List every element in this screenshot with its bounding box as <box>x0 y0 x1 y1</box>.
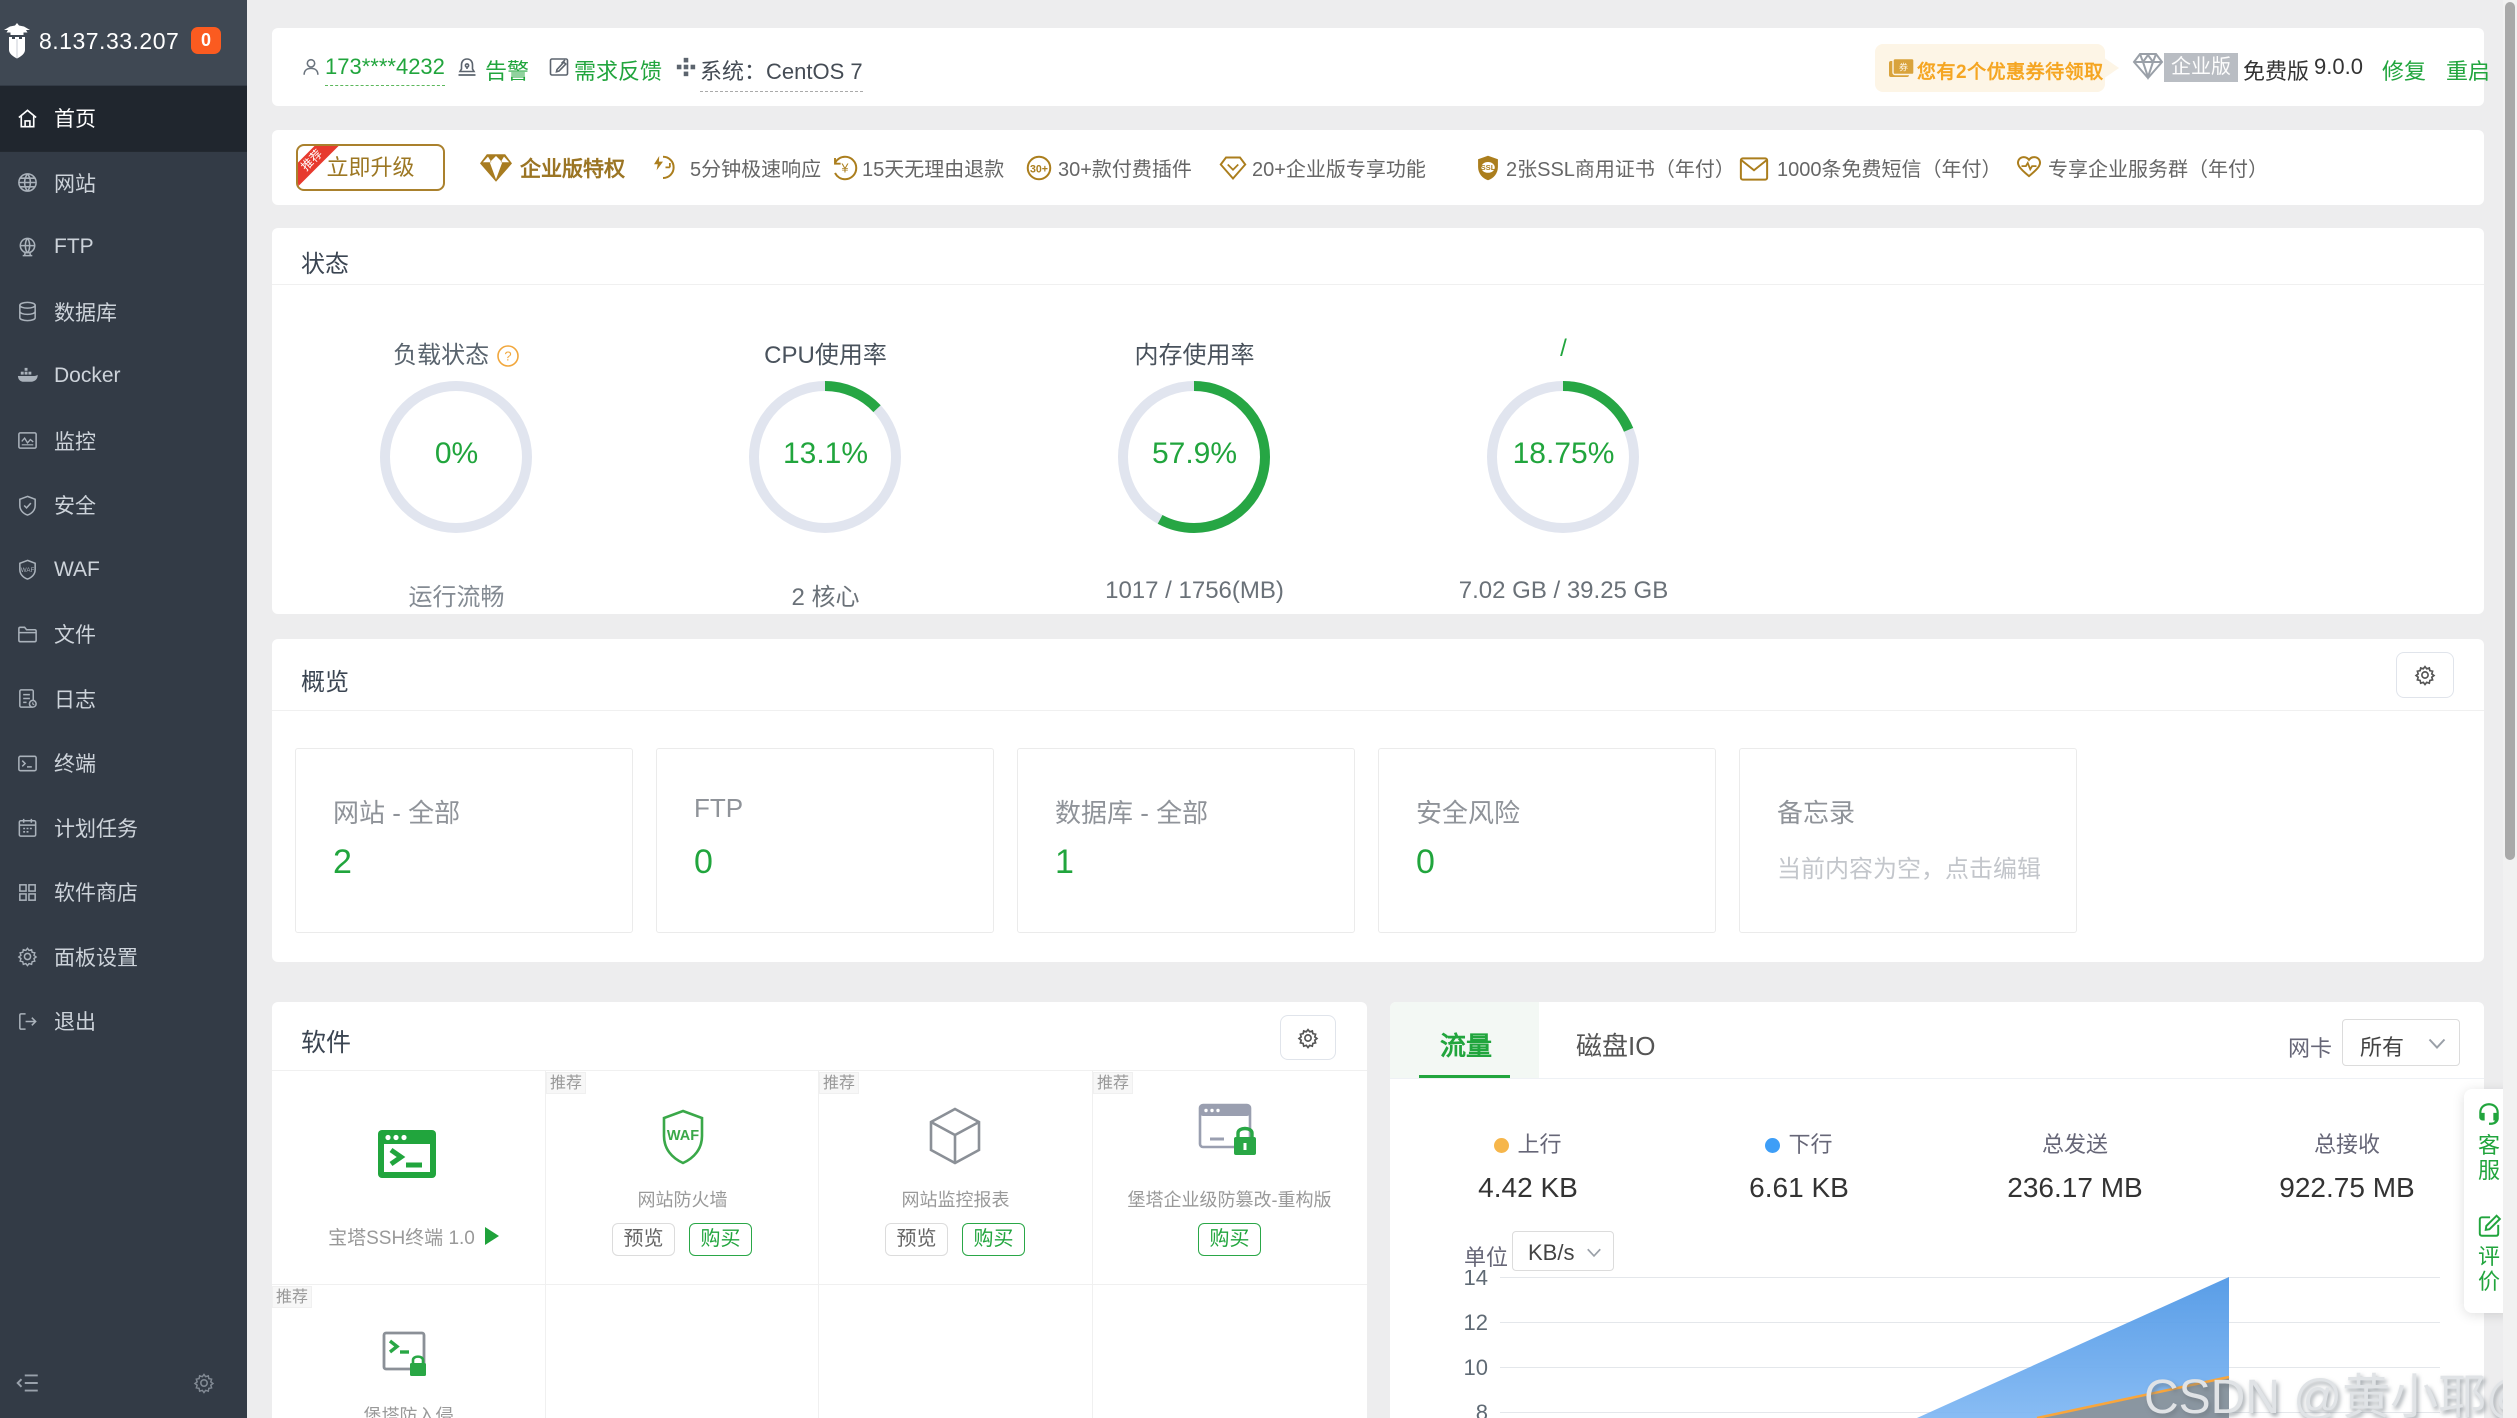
svg-text:券: 券 <box>1899 62 1908 73</box>
svg-text:¥: ¥ <box>841 161 849 175</box>
svg-text:WAF: WAF <box>667 1128 699 1144</box>
svg-text:14: 14 <box>1464 1270 1488 1290</box>
svg-text:30+: 30+ <box>1030 163 1048 175</box>
svg-text:12: 12 <box>1464 1310 1488 1335</box>
svg-text:?: ? <box>504 349 511 364</box>
svg-text:SSL: SSL <box>1481 163 1496 172</box>
svg-text:WAF: WAF <box>21 567 35 574</box>
svg-text:10: 10 <box>1464 1355 1488 1380</box>
svg-text:8: 8 <box>1476 1400 1488 1418</box>
